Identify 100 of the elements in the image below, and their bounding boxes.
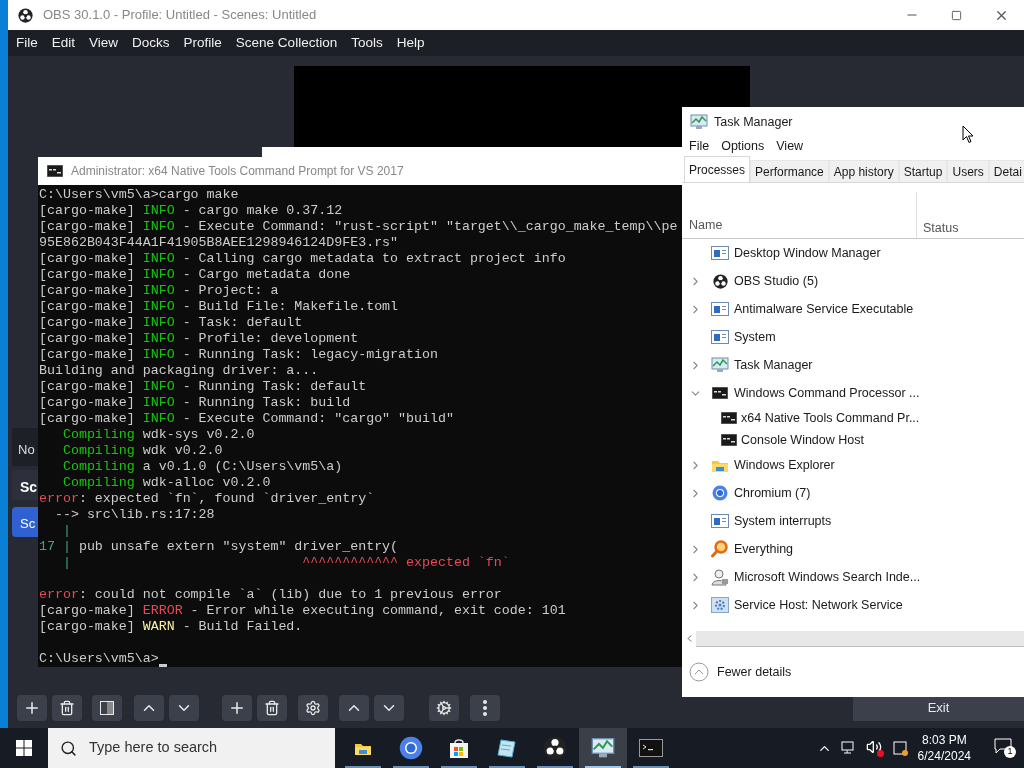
console-line: [cargo-make] INFO - Running Task: build	[39, 395, 351, 411]
move-up-button[interactable]	[134, 695, 164, 721]
console-line: [cargo-make] INFO - Execute Command: "cargo" "build"	[39, 411, 454, 427]
move-up-button[interactable]	[339, 695, 369, 721]
process-row[interactable]: Service Host: Network Service	[682, 591, 1024, 619]
add-button[interactable]	[222, 695, 252, 721]
plus-icon	[228, 699, 246, 717]
console-line: error: could not compile `a` (lib) due to 1 previous error	[39, 587, 502, 603]
user-search-icon	[711, 568, 729, 586]
console-line: [cargo-make] WARN - Build Failed.	[39, 619, 303, 635]
tab[interactable]: Users	[947, 160, 989, 182]
magnifier-icon	[711, 540, 729, 558]
process-row[interactable]: Desktop Window Manager	[682, 239, 1024, 267]
process-row[interactable]: x64 Native Tools Command Pr...	[682, 407, 1024, 429]
settings-icon	[305, 700, 321, 716]
window-icon	[711, 246, 729, 260]
more-button[interactable]	[470, 695, 500, 721]
console-line: Building and packaging driver: a...	[39, 363, 319, 379]
process-name: Windows Explorer	[734, 456, 835, 474]
taskbar-app-button[interactable]	[579, 728, 627, 768]
column-header[interactable]: Name	[682, 216, 916, 238]
chevron-up-circle-icon[interactable]	[689, 662, 709, 682]
tab[interactable]: Processes	[684, 156, 751, 182]
delete-button[interactable]	[257, 695, 287, 721]
settings-button[interactable]	[298, 695, 328, 721]
vertical-dots-icon	[483, 700, 487, 716]
console-line: Compiling a v0.1.0 (C:\Users\vm5\a)	[61, 459, 343, 475]
menu-item[interactable]: View	[83, 32, 125, 54]
console-line: [cargo-make] INFO - Execute Command: "rust-script" "target\\_cargo_make_temp\\pe	[39, 219, 678, 235]
menu-item[interactable]: Scene Collection	[229, 32, 344, 54]
mouse-cursor-icon	[962, 125, 974, 144]
move-down-button[interactable]	[169, 695, 199, 721]
trash-icon	[264, 700, 280, 716]
process-row[interactable]: Console Window Host	[682, 429, 1024, 451]
scene-list-item[interactable]: Sc	[12, 507, 38, 537]
menu-item[interactable]: File	[10, 32, 44, 54]
console-icon	[721, 434, 737, 446]
menu-item[interactable]: View	[776, 136, 804, 156]
console-line: | ^^^^^^^^^^^^ expected `fn`	[61, 555, 510, 571]
gear-window-icon	[711, 597, 729, 613]
obs-logo-icon	[18, 7, 33, 23]
window-title: Administrator: x64 Native Tools Command Prompt for VS 2017	[71, 163, 404, 180]
menu-item[interactable]: Edit	[45, 32, 82, 54]
process-row[interactable]: System	[682, 323, 1024, 351]
clock-time[interactable]: 8:03 PM	[921, 732, 967, 748]
process-row[interactable]: Windows Explorer	[682, 451, 1024, 479]
console-line: [cargo-make] INFO - cargo make 0.37.12	[39, 203, 343, 219]
console-line: Compiling wdk v0.2.0	[61, 443, 223, 459]
search-placeholder: Type here to search	[89, 738, 218, 758]
clock-date[interactable]: 6/24/2024	[917, 748, 971, 764]
console-line: [cargo-make] INFO - Running Task: legacy-migration	[39, 347, 438, 363]
exit-button[interactable]: Exit	[853, 695, 1024, 721]
terminal-icon	[639, 739, 663, 757]
windows-logo-icon	[16, 740, 32, 756]
process-name: Microsoft Windows Search Inde...	[734, 568, 921, 586]
process-row[interactable]: OBS Studio (5)	[682, 267, 1024, 295]
process-row[interactable]: Windows Command Processor ...	[682, 379, 1024, 407]
console-line: [cargo-make] INFO - Profile: development	[39, 331, 359, 347]
process-name: Windows Command Processor ...	[734, 384, 920, 402]
delete-button[interactable]	[52, 695, 82, 721]
app-tray-icon[interactable]	[892, 740, 909, 756]
monitor-graph-icon	[591, 737, 615, 759]
menu-item[interactable]: Tools	[345, 32, 389, 54]
search-field[interactable]: Type here to search	[48, 728, 335, 768]
process-row[interactable]: Antimalware Service Executable	[682, 295, 1024, 323]
message-icon	[994, 738, 1012, 754]
fewer-details-link[interactable]: Fewer details	[717, 662, 792, 682]
console-line: C:\Users\vm5\a>	[39, 651, 159, 667]
tab[interactable]: Performance	[750, 160, 829, 182]
network-icon[interactable]	[840, 741, 857, 755]
process-row[interactable]: Chromium (7)	[682, 479, 1024, 507]
filter-button[interactable]	[92, 695, 122, 721]
process-name: OBS Studio (5)	[734, 272, 819, 290]
console-line: [cargo-make] INFO - Cargo metadata done	[39, 267, 351, 283]
console-icon	[47, 165, 63, 177]
speaker-muted-icon[interactable]	[865, 739, 884, 757]
process-row[interactable]: Task Manager	[682, 351, 1024, 379]
notification-button[interactable]: 1	[994, 738, 1016, 758]
menu-item[interactable]: Docks	[126, 32, 176, 54]
tab[interactable]: Detai	[988, 160, 1024, 182]
advanced-settings-button[interactable]	[429, 695, 459, 721]
move-down-button[interactable]	[374, 695, 404, 721]
add-button[interactable]	[17, 695, 47, 721]
monitor-graph-icon	[690, 114, 708, 130]
window-icon	[711, 330, 729, 344]
menu-item[interactable]: Profile	[177, 32, 228, 54]
process-row[interactable]: Everything	[682, 535, 1024, 563]
monitor-graph-icon	[711, 357, 729, 373]
menu-item[interactable]: Options	[721, 136, 765, 156]
column-header[interactable]: Status	[916, 192, 959, 238]
process-row[interactable]: Microsoft Windows Search Inde...	[682, 563, 1024, 591]
horizontal-scrollbar[interactable]	[682, 631, 1024, 647]
process-name: Service Host: Network Service	[734, 596, 903, 614]
tab[interactable]: App history	[828, 160, 899, 182]
search-icon	[60, 739, 77, 757]
process-name: Console Window Host	[741, 431, 864, 449]
process-row[interactable]: System interrupts	[682, 507, 1024, 535]
menu-item[interactable]: File	[689, 136, 710, 156]
tab[interactable]: Startup	[898, 160, 948, 182]
menu-item[interactable]: Help	[390, 32, 431, 54]
